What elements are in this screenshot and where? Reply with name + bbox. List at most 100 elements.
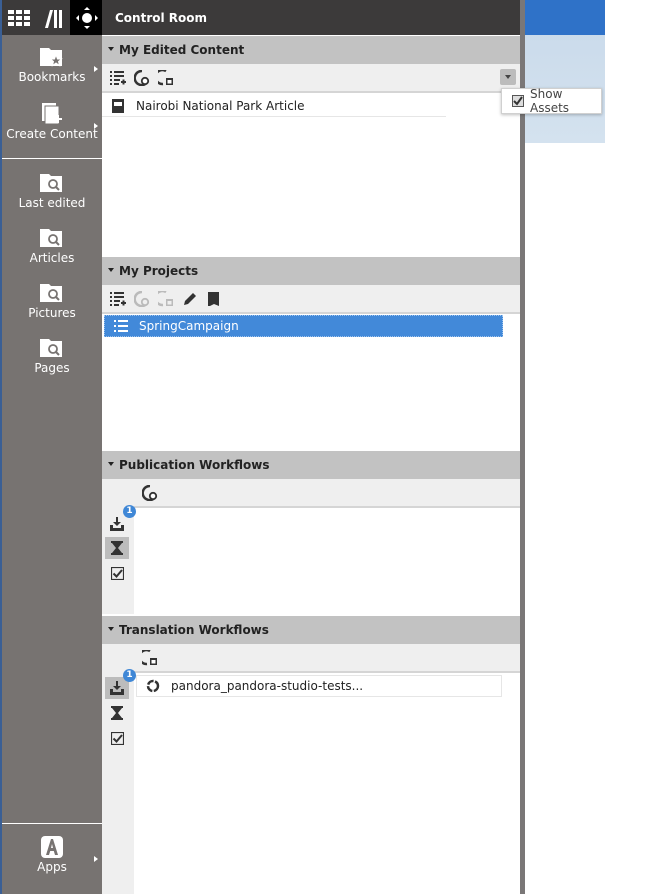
- sidebar-item-pictures[interactable]: Pictures: [2, 282, 102, 320]
- collapse-caret-icon: [108, 267, 114, 272]
- workflow-check-in-button[interactable]: [141, 649, 159, 667]
- new-document-icon: [42, 103, 62, 125]
- publication-toolbar: [134, 479, 520, 508]
- section-title: Translation Workflows: [119, 623, 269, 637]
- item-label: pandora_pandora-studio-tests...: [171, 679, 364, 693]
- door-icon: [208, 291, 219, 306]
- sidebar-item-label: Apps: [37, 860, 67, 874]
- sidebar-item-articles[interactable]: Articles: [2, 227, 102, 265]
- sidebar-item-label: Bookmarks: [18, 70, 86, 84]
- workspace-header-strip: [525, 0, 605, 35]
- collapse-caret-icon: [108, 626, 114, 631]
- pending-filter-button[interactable]: [105, 702, 129, 724]
- workflow-document-icon: [142, 649, 157, 665]
- sidebar-separator: [2, 158, 102, 159]
- edit-button[interactable]: [181, 290, 199, 308]
- section-header-edited-content[interactable]: My Edited Content: [102, 36, 520, 64]
- library-button[interactable]: [36, 0, 70, 35]
- sidebar-item-label: Last edited: [18, 196, 86, 210]
- folder-search-icon: [40, 284, 62, 302]
- sidebar-item-label: Articles: [29, 251, 75, 265]
- list-item-selected[interactable]: SpringCampaign: [104, 315, 503, 337]
- panel-title: Control Room: [102, 0, 520, 35]
- control-room-panel: Control Room My Edited Content Nairobi N…: [102, 0, 520, 894]
- hourglass-icon: [111, 541, 123, 555]
- pending-filter-button[interactable]: [105, 537, 129, 559]
- start-workflow-button[interactable]: [133, 290, 151, 308]
- apps-a-icon: [41, 836, 63, 858]
- show-assets-option[interactable]: Show Assets: [501, 87, 602, 115]
- submenu-arrow-icon: [94, 66, 98, 72]
- list-item[interactable]: Nairobi National Park Article: [102, 95, 446, 117]
- list-item[interactable]: pandora_pandora-studio-tests...: [136, 675, 502, 697]
- folder-search-icon: [40, 339, 62, 357]
- section-title: My Projects: [119, 264, 199, 278]
- open-button[interactable]: [205, 290, 223, 308]
- toolbar-dropdown-button[interactable]: [500, 69, 516, 85]
- folder-search-icon: [40, 174, 62, 192]
- folder-star-icon: [40, 48, 63, 67]
- article-icon: [110, 98, 126, 113]
- add-to-list-button[interactable]: [109, 290, 127, 308]
- submenu-arrow-icon: [94, 856, 98, 862]
- workflow-document-icon: [158, 69, 173, 85]
- pencil-icon: [184, 292, 196, 305]
- control-room-icon: [76, 6, 98, 29]
- sidebar-item-apps[interactable]: Apps: [2, 836, 102, 874]
- inbox-filter-button[interactable]: 1: [105, 669, 136, 699]
- sidebar: Bookmarks Create Content Last edited Art…: [0, 0, 104, 894]
- section-header-my-projects[interactable]: My Projects: [102, 257, 520, 285]
- workflow-start-icon: [134, 290, 150, 307]
- workflow-icon: [145, 679, 161, 693]
- submenu-arrow-icon: [94, 123, 98, 129]
- checkbox-checked-icon: [110, 566, 124, 580]
- checkbox-checked-icon: [110, 731, 124, 745]
- show-assets-checkbox[interactable]: [512, 95, 524, 107]
- my-projects-toolbar: [102, 285, 520, 314]
- add-to-list-button[interactable]: [109, 69, 127, 87]
- sidebar-item-last-edited[interactable]: Last edited: [2, 172, 102, 210]
- sidebar-item-create-content[interactable]: Create Content: [2, 103, 102, 141]
- section-title: My Edited Content: [119, 43, 245, 57]
- apps-grid-button[interactable]: [2, 0, 36, 35]
- sidebar-item-pages[interactable]: Pages: [2, 337, 102, 375]
- workflow-check-in-button[interactable]: [157, 69, 175, 87]
- sidebar-item-label: Pages: [34, 361, 70, 375]
- collapse-caret-icon: [108, 46, 114, 51]
- workflow-start-icon: [134, 69, 150, 86]
- library-icon: [45, 9, 62, 28]
- edited-content-toolbar: [102, 64, 520, 93]
- completed-filter-button[interactable]: [105, 727, 129, 749]
- workflow-document-icon: [158, 290, 173, 306]
- sidebar-item-label: Pictures: [28, 306, 76, 320]
- show-assets-label: Show Assets: [530, 87, 570, 115]
- sidebar-separator: [2, 823, 102, 824]
- control-room-button[interactable]: [70, 0, 104, 35]
- app-root: Bookmarks Create Content Last edited Art…: [0, 0, 652, 894]
- list-icon: [113, 320, 129, 332]
- item-label: Nairobi National Park Article: [136, 98, 305, 113]
- section-header-translation-workflows[interactable]: Translation Workflows: [102, 616, 520, 644]
- workflow-start-icon: [142, 484, 158, 501]
- item-label: SpringCampaign: [139, 319, 239, 333]
- completed-filter-button[interactable]: [105, 562, 129, 584]
- inbox-filter-button[interactable]: 1: [105, 505, 136, 535]
- inbox-icon: [110, 681, 124, 695]
- start-workflow-button[interactable]: [141, 484, 159, 502]
- dropdown-triangle-icon: [505, 75, 511, 79]
- inbox-icon: [110, 517, 124, 531]
- inbox-count-badge: 1: [123, 505, 136, 518]
- checkmark-icon: [513, 96, 523, 106]
- inbox-count-badge: 1: [123, 669, 136, 682]
- folder-search-icon: [40, 229, 62, 247]
- section-title: Publication Workflows: [119, 458, 270, 472]
- sidebar-item-bookmarks[interactable]: Bookmarks: [2, 46, 102, 84]
- collapse-caret-icon: [108, 461, 114, 466]
- workflow-check-in-button[interactable]: [157, 290, 175, 308]
- translation-toolbar: [134, 644, 520, 673]
- sidebar-topbar: [2, 0, 104, 35]
- sidebar-item-label: Create Content: [6, 127, 98, 141]
- add-to-list-icon: [110, 70, 126, 85]
- section-header-publication-workflows[interactable]: Publication Workflows: [102, 451, 520, 479]
- start-workflow-button[interactable]: [133, 69, 151, 87]
